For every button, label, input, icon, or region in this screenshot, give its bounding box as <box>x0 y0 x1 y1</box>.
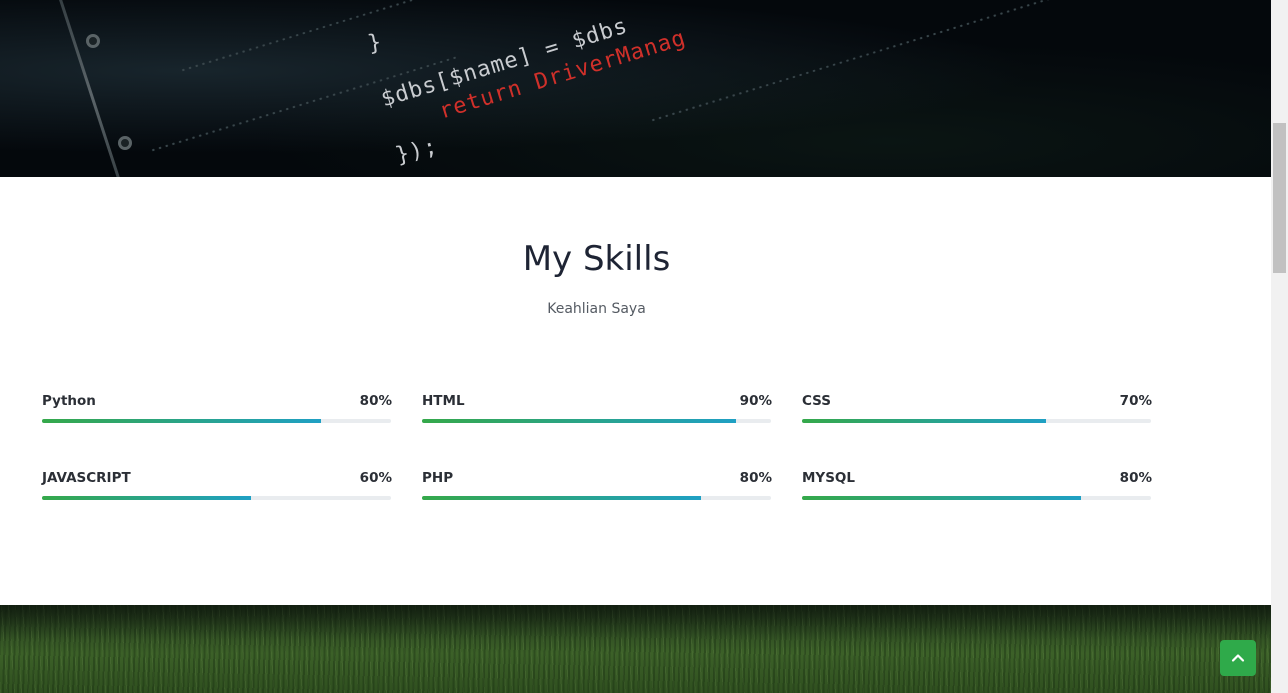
rail-dot <box>86 34 100 48</box>
skill-name: JAVASCRIPT <box>42 470 131 486</box>
scrollbar-thumb[interactable] <box>1273 123 1286 273</box>
skill-percent: 80% <box>1119 470 1152 486</box>
rail-dot <box>118 136 132 150</box>
skill-bar-fill <box>802 496 1082 500</box>
skill-bar-track <box>42 496 391 500</box>
skill-bar-track <box>422 496 771 500</box>
skill-html: HTML 90% <box>422 393 772 453</box>
chevron-up-icon <box>1231 654 1245 662</box>
hero-grass-image <box>0 605 1271 693</box>
skill-name: HTML <box>422 393 465 409</box>
page: } $dbs[$name] = $dbs return DriverManag … <box>0 0 1288 693</box>
skill-name: PHP <box>422 470 454 486</box>
hero-code-image: } $dbs[$name] = $dbs return DriverManag … <box>0 0 1271 177</box>
skill-percent: 80% <box>359 393 392 409</box>
page-scrollbar[interactable] <box>1271 0 1288 693</box>
skill-name: Python <box>42 393 96 409</box>
hero-grass-haze <box>0 605 1271 693</box>
skill-bar-fill <box>42 496 252 500</box>
skill-bar-fill <box>422 496 702 500</box>
back-to-top-button[interactable] <box>1220 640 1256 676</box>
skill-bar-track <box>802 419 1151 423</box>
skill-percent: 60% <box>359 470 392 486</box>
skill-bar-fill <box>42 419 322 423</box>
hero-code-glow <box>0 0 1271 177</box>
skill-bar-fill <box>802 419 1047 423</box>
skills-section: My Skills Keahlian Saya Python 80% HTML … <box>0 177 1271 605</box>
skill-percent: 70% <box>1119 393 1152 409</box>
skills-title: My Skills <box>522 239 671 279</box>
skill-bar-track <box>42 419 391 423</box>
skill-php: PHP 80% <box>422 470 772 530</box>
skill-python: Python 80% <box>42 393 392 453</box>
skill-css: CSS 70% <box>802 393 1152 453</box>
skills-subtitle: Keahlian Saya <box>547 301 646 317</box>
skill-bar-fill <box>422 419 737 423</box>
skill-javascript: JAVASCRIPT 60% <box>42 470 392 530</box>
skill-bar-track <box>802 496 1151 500</box>
skill-name: MYSQL <box>802 470 856 486</box>
skill-mysql: MYSQL 80% <box>802 470 1152 530</box>
skill-percent: 80% <box>739 470 772 486</box>
skill-percent: 90% <box>739 393 772 409</box>
skill-bar-track <box>422 419 771 423</box>
skill-name: CSS <box>802 393 831 409</box>
